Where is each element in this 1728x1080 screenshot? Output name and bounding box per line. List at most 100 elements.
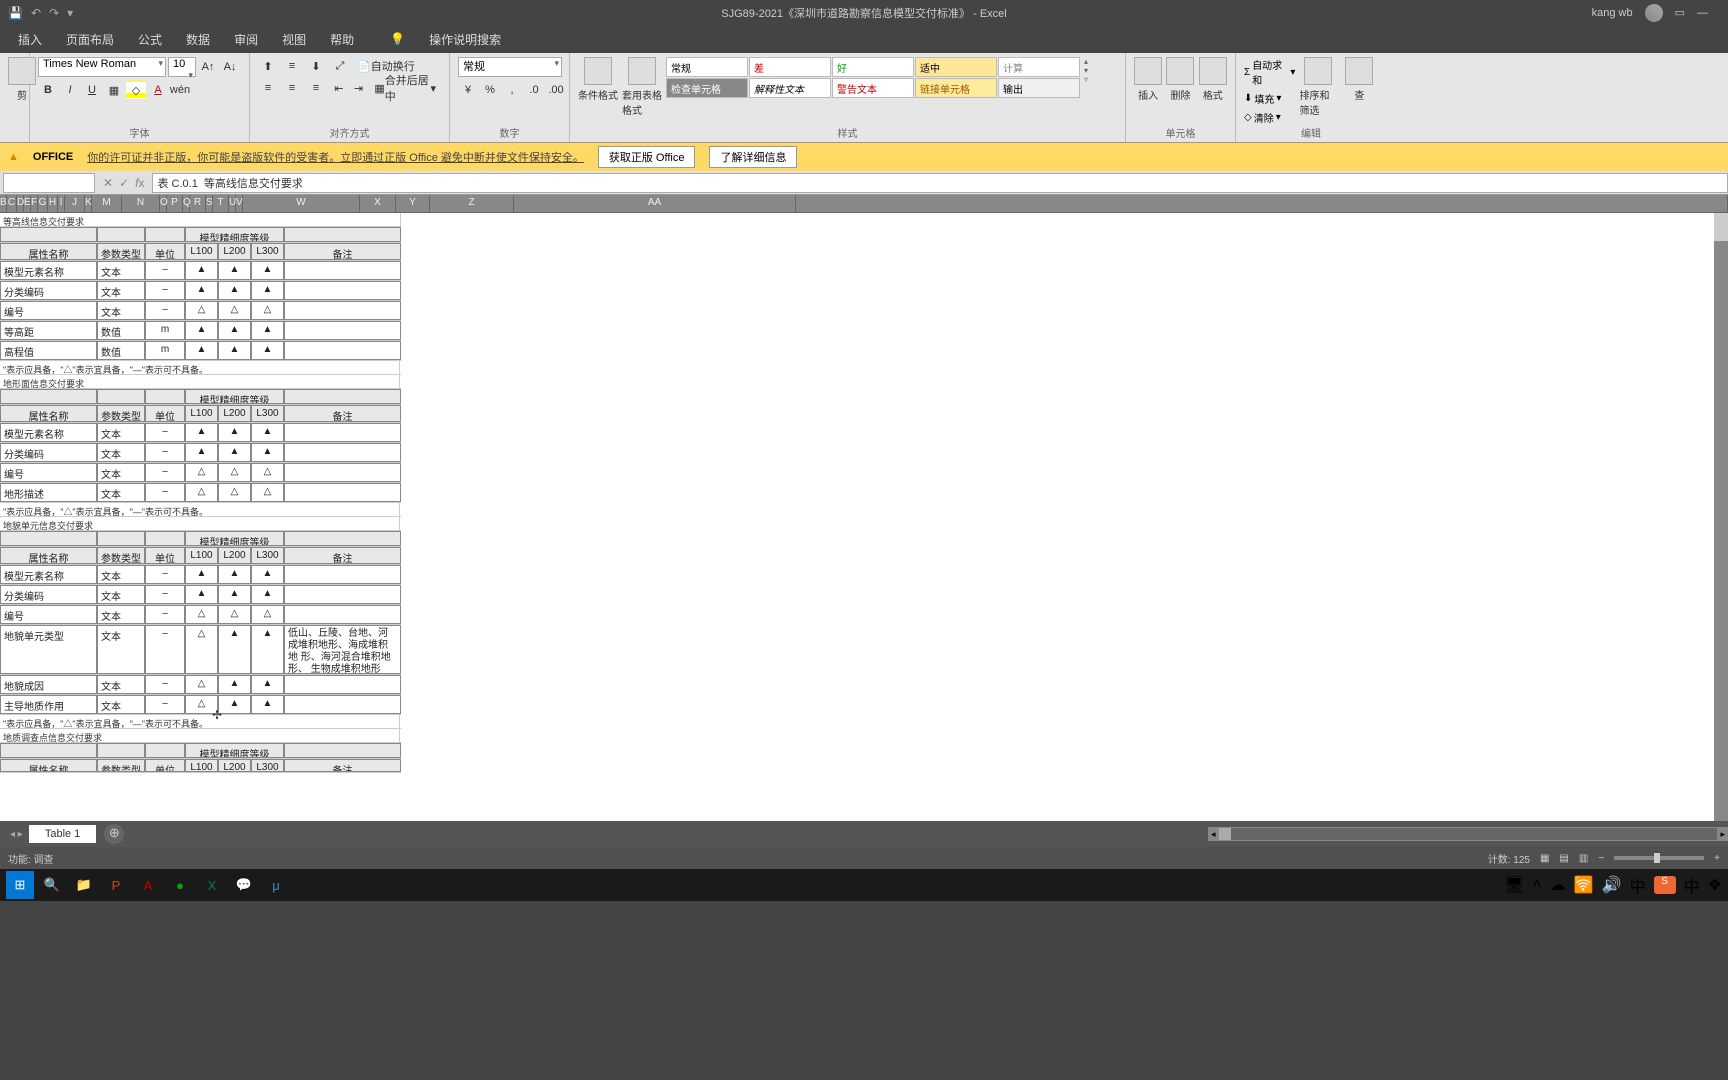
excel-icon[interactable]: X [198, 871, 226, 899]
tab-formula[interactable]: 公式 [138, 31, 162, 48]
border-button[interactable]: ▦ [104, 81, 124, 99]
table-row[interactable]: 地形面信息交付要求 [0, 375, 401, 389]
col-header-I[interactable]: I [58, 195, 65, 212]
tab-insert[interactable]: 插入 [18, 31, 42, 48]
number-format-combo[interactable]: 常规 [458, 57, 562, 77]
indent-dec-icon[interactable]: ⇤ [330, 79, 348, 97]
bold-button[interactable]: B [38, 81, 58, 99]
undo-icon[interactable]: ↶ [31, 6, 41, 20]
col-header-Q[interactable]: Q [183, 195, 190, 212]
style-warn[interactable]: 警告文本 [832, 78, 914, 98]
table-row[interactable]: 属性名称参数类型单位L100L200L300备注 [0, 405, 401, 423]
percent-icon[interactable]: % [480, 81, 500, 99]
insert-cells-button[interactable]: 插入 [1134, 57, 1162, 102]
sogou-ime-icon[interactable]: S [1654, 876, 1676, 894]
col-header-J[interactable]: J [65, 195, 85, 212]
redo-icon[interactable]: ↷ [49, 6, 59, 20]
column-headers[interactable]: BCDEFGHIJKMNOPQRSTUVWXYZAA [0, 195, 1728, 213]
style-normal[interactable]: 常规 [666, 57, 748, 77]
col-header-E[interactable]: E [24, 195, 31, 212]
cancel-fx-icon[interactable]: ✕ [103, 176, 113, 190]
formula-input[interactable] [152, 173, 1728, 193]
explorer-icon[interactable]: 📁 [70, 871, 98, 899]
col-header-U[interactable]: U [229, 195, 236, 212]
font-color-button[interactable]: A [148, 81, 168, 99]
table-row[interactable]: 模型精细度等级 [0, 743, 401, 759]
minimize-icon[interactable]: — [1697, 7, 1708, 19]
ribbon-options-icon[interactable]: ▭ [1675, 6, 1685, 19]
table-row[interactable]: "表示应具备，"△"表示宜具备，"—"表示可不具备。 [0, 503, 401, 517]
col-header-R[interactable]: R [190, 195, 206, 212]
orientation-icon[interactable]: ⤢ [330, 57, 350, 75]
phonetic-button[interactable]: wén [170, 81, 190, 99]
table-row[interactable]: "表示应具备，"△"表示宜具备，"—"表示可不具备。 [0, 715, 401, 729]
font-size-combo[interactable]: 10 [168, 57, 196, 77]
table-row[interactable]: 分类编码文本–▲▲▲ [0, 281, 401, 301]
table-row[interactable]: 分类编码文本–▲▲▲ [0, 443, 401, 463]
style-bad[interactable]: 差 [749, 57, 831, 77]
add-sheet-button[interactable]: ⊕ [104, 824, 124, 844]
tray-ime-icon[interactable]: 中 [1630, 873, 1646, 897]
view-break-icon[interactable]: ▥ [1579, 853, 1588, 864]
zoom-slider[interactable] [1614, 856, 1704, 860]
format-cells-button[interactable]: 格式 [1199, 57, 1227, 102]
table-row[interactable]: 模型元素名称文本–▲▲▲ [0, 565, 401, 585]
enter-fx-icon[interactable]: ✓ [119, 176, 129, 190]
tray-network-icon[interactable]: 🛜 [1574, 875, 1594, 895]
sort-filter-button[interactable]: 排序和筛选 [1299, 57, 1336, 117]
tray-display-icon[interactable]: 🖥 [1504, 875, 1524, 895]
col-header-K[interactable]: K [85, 195, 92, 212]
align-right-icon[interactable]: ≡ [306, 79, 326, 97]
search-icon[interactable]: 🔍 [38, 871, 66, 899]
powerpoint-icon[interactable]: P [102, 871, 130, 899]
autosum-icon[interactable]: Σ [1244, 67, 1250, 78]
start-button[interactable]: ⊞ [6, 871, 34, 899]
col-header-M[interactable]: M [92, 195, 122, 212]
qat-dropdown-icon[interactable]: ▾ [67, 6, 73, 20]
col-header-X[interactable]: X [360, 195, 396, 212]
user-avatar[interactable] [1645, 4, 1663, 22]
align-center-icon[interactable]: ≡ [282, 79, 302, 97]
col-header-C[interactable]: C [7, 195, 17, 212]
style-output[interactable]: 输出 [998, 78, 1080, 98]
acrobat-icon[interactable]: A [134, 871, 162, 899]
wechat-icon[interactable]: 💬 [230, 871, 258, 899]
name-box[interactable] [3, 173, 95, 193]
tray-chevron-icon[interactable]: ˄ [1532, 876, 1541, 894]
delete-cells-button[interactable]: 删除 [1166, 57, 1194, 102]
col-header-AA[interactable]: AA [514, 195, 796, 212]
col-header-D[interactable]: D [17, 195, 24, 212]
cell-styles-gallery[interactable]: 常规 差 好 适中 计算 检查单元格 解释性文本 警告文本 链接单元格 输出 [666, 57, 1080, 98]
inc-decimal-icon[interactable]: .0 [524, 81, 544, 99]
tell-me-icon[interactable]: 💡 [390, 32, 405, 46]
table-row[interactable]: 等高距数值m▲▲▲ [0, 321, 401, 341]
style-neutral[interactable]: 适中 [915, 57, 997, 77]
worksheet-grid[interactable]: 等高线信息交付要求模型精细度等级属性名称参数类型单位L100L200L300备注… [0, 213, 1728, 821]
learn-more-button[interactable]: 了解详细信息 [709, 146, 797, 168]
table-format-button[interactable]: 套用表格格式 [622, 57, 662, 117]
vertical-scrollbar[interactable] [1714, 213, 1728, 821]
hscroll-thumb[interactable] [1219, 828, 1231, 840]
tab-layout[interactable]: 页面布局 [66, 31, 114, 48]
align-left-icon[interactable]: ≡ [258, 79, 278, 97]
table-row[interactable]: 地貌单元类型文本–△▲▲低山、丘陵、台地、河成堆积地形、海成堆积地 形、海河混合… [0, 625, 401, 675]
table-row[interactable]: 模型元素名称文本–▲▲▲ [0, 261, 401, 281]
table-row[interactable]: 属性名称参数类型单位L100L200L300备注 [0, 759, 401, 773]
tray-cloud-icon[interactable]: ☁ [1550, 875, 1566, 895]
col-header-Z[interactable]: Z [430, 195, 514, 212]
find-button[interactable]: 查 [1341, 57, 1378, 102]
currency-icon[interactable]: ¥ [458, 81, 478, 99]
tell-me[interactable]: 操作说明搜索 [429, 31, 501, 48]
dec-decimal-icon[interactable]: .00 [546, 81, 566, 99]
table-row[interactable]: 等高线信息交付要求 [0, 213, 401, 227]
table-row[interactable]: 地形描述文本–△△△ [0, 483, 401, 503]
table-row[interactable]: 地质调查点信息交付要求 [0, 729, 401, 743]
warning-text[interactable]: 你的许可证并非正版，你可能是盗版软件的受害者。立即通过正版 Office 避免中… [87, 149, 584, 165]
app-icon-2[interactable]: μ [262, 871, 290, 899]
col-header-G[interactable]: G [38, 195, 48, 212]
cond-format-button[interactable]: 条件格式 [578, 57, 618, 102]
decrease-font-icon[interactable]: A↓ [220, 58, 240, 76]
table-row[interactable]: 地貌单元信息交付要求 [0, 517, 401, 531]
col-header-T[interactable]: T [213, 195, 229, 212]
view-layout-icon[interactable]: ▤ [1559, 853, 1568, 864]
